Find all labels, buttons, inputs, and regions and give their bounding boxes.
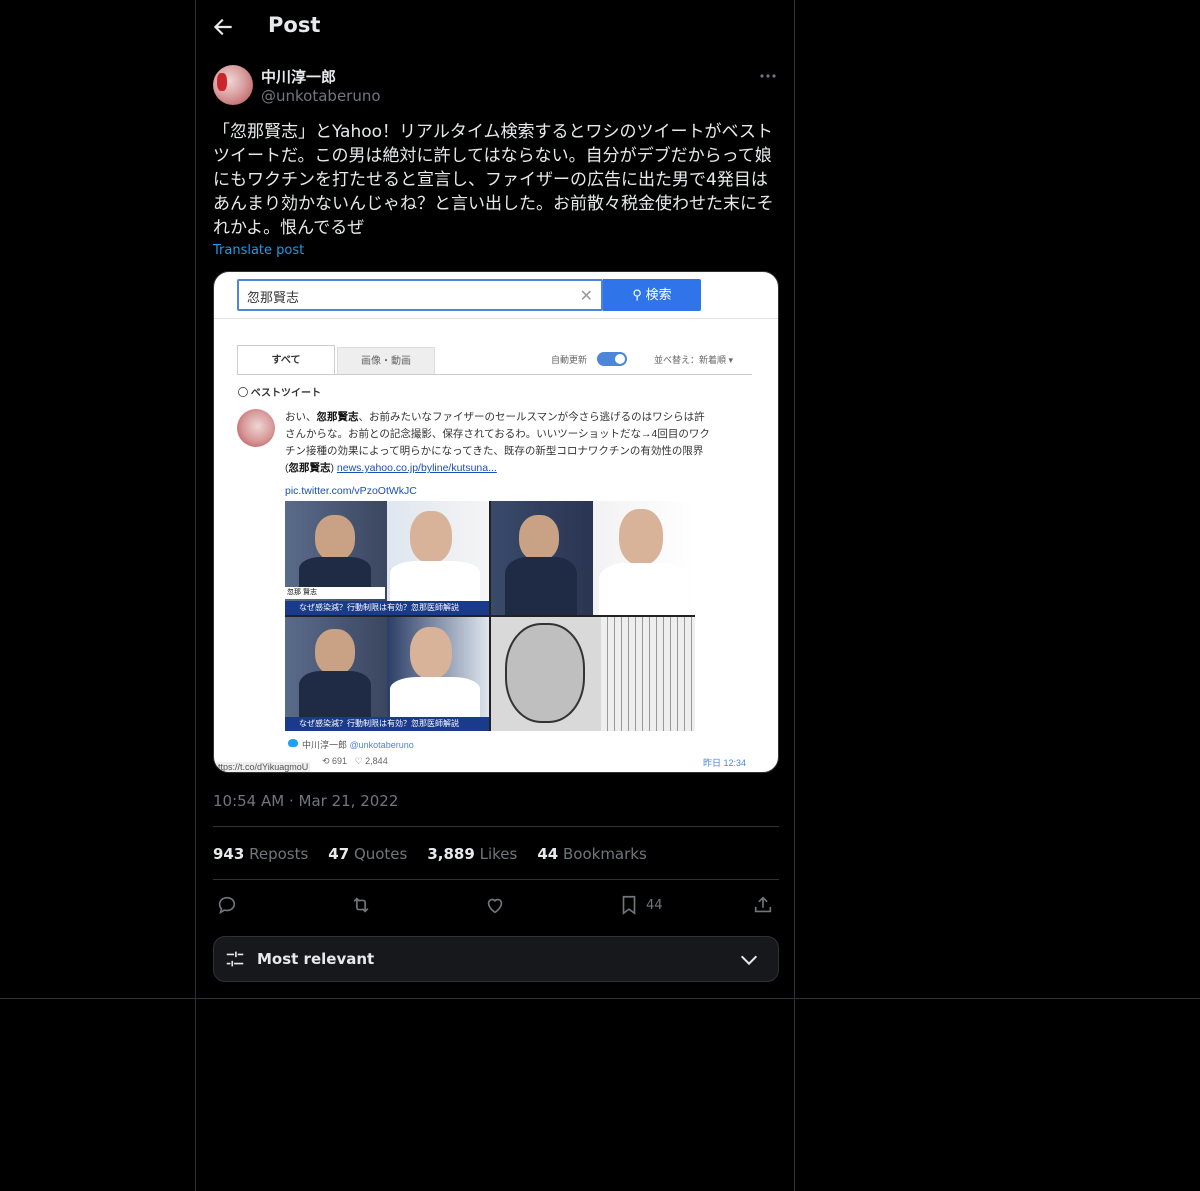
screenshot-photo-grid: 忽那 賢志 なぜ感染減？行動制限は有効？忽那医師解説 なぜ感染減？行動制限は有効… — [285, 501, 695, 731]
face-3b — [410, 627, 452, 679]
body-3a — [299, 671, 371, 717]
screenshot-likes: 2,844 — [365, 756, 388, 766]
replies-sort-label: Most relevant — [257, 950, 375, 968]
like-button[interactable] — [484, 892, 506, 918]
screenshot-footer-author: 中川淳一郎 — [302, 740, 348, 750]
reposts-label: Reposts — [249, 845, 309, 863]
body-2b — [599, 563, 689, 615]
quotes-label: Quotes — [353, 845, 408, 863]
reposts-stat[interactable]: 943 Reposts — [213, 845, 308, 863]
screenshot-tweet-link: news.yahoo.co.jp/byline/kutsuna... — [336, 462, 497, 474]
likes-count: 3,889 — [427, 845, 475, 863]
photo-1: 忽那 賢志 なぜ感染減？行動制限は有効？忽那医師解説 — [285, 501, 489, 615]
engagement-stats: 943 Reposts 47 Quotes 3,889 Likes 44 Boo… — [213, 845, 647, 863]
avatar[interactable] — [213, 65, 253, 105]
search-icon: ⚲ — [632, 287, 646, 302]
post-image[interactable]: 忽那賢志 ✕ ⚲ 検索 すべて 画像・動画 自動更新 並べ替え：新着順 ▾ ◯ … — [213, 271, 779, 773]
screenshot-avatar — [237, 409, 275, 447]
bookmarks-stat[interactable]: 44 Bookmarks — [537, 845, 646, 863]
screenshot-tweet-pre: おい、 — [285, 411, 317, 423]
caption-banner-2: なぜ感染減？行動制限は有効？忽那医師解説 — [285, 717, 489, 731]
author-name[interactable]: 中川淳一郎 — [261, 66, 336, 87]
screenshot-tab-images: 画像・動画 — [337, 347, 435, 375]
face-2a — [519, 515, 559, 561]
heart-small-icon: ♡ — [354, 756, 366, 766]
screenshot-toggle — [597, 352, 627, 366]
speech-bubble-icon: ◯ — [238, 388, 251, 399]
clear-icon: ✕ — [579, 288, 593, 305]
screenshot-search-button: ⚲ 検索 — [603, 279, 701, 311]
screenshot-divider — [214, 318, 778, 319]
caption-banner-1: なぜ感染減？行動制限は有効？忽那医師解説 — [285, 601, 489, 615]
twitter-bird-icon — [288, 739, 298, 747]
screenshot-search-text: 忽那賢志 — [247, 290, 300, 305]
likes-stat[interactable]: 3,889 Likes — [427, 845, 517, 863]
bookmarks-count: 44 — [537, 845, 559, 863]
photo-2 — [491, 501, 695, 615]
main-column: Post 中川淳一郎 @unkotaberuno 「忽那賢志」とYahoo！リア… — [195, 0, 795, 1191]
screenshot-footer-time: 昨日 12:34 — [703, 758, 747, 768]
likes-label: Likes — [479, 845, 518, 863]
share-icon — [754, 896, 772, 913]
quotes-stat[interactable]: 47 Quotes — [328, 845, 407, 863]
screenshot-retweets: 691 — [332, 756, 348, 766]
face-3a — [315, 629, 355, 675]
chevron-down-icon — [740, 955, 758, 966]
screenshot-tweet-text: おい、忽那賢志、お前みたいなファイザーのセールスマンが今さら逃げるのはワシらは許… — [285, 409, 715, 477]
screenshot-tab-all: すべて — [237, 345, 335, 375]
screenshot-tab-line — [237, 374, 752, 375]
body-2a — [505, 557, 577, 615]
manga-face — [505, 623, 585, 723]
photo-3: なぜ感染減？行動制限は有効？忽那医師解説 — [285, 617, 489, 731]
more-options-icon[interactable] — [758, 66, 778, 86]
body-3b — [390, 677, 480, 717]
header: Post — [196, 0, 794, 54]
page-title: Post — [268, 13, 321, 37]
photo-4-manga — [491, 617, 695, 731]
reposts-count: 943 — [213, 845, 245, 863]
quotes-count: 47 — [328, 845, 350, 863]
like-icon — [487, 898, 503, 914]
share-button[interactable] — [752, 892, 774, 918]
retweet-small-icon: ⟲ — [322, 756, 333, 766]
face-1a — [315, 515, 355, 561]
face-1b — [410, 511, 452, 563]
sliders-icon — [226, 951, 244, 967]
post-text: 「忽那賢志」とYahoo！リアルタイム検索するとワシのツイートがベストツイートだ… — [213, 122, 774, 238]
screenshot-search-button-label: 検索 — [645, 287, 672, 302]
bookmark-count: 44 — [646, 897, 663, 913]
body-1b — [390, 561, 480, 601]
screenshot-search-box: 忽那賢志 ✕ — [237, 279, 603, 311]
screenshot-pic-link: pic.twitter.com/vPzoOtWkJC — [285, 485, 417, 497]
bookmark-icon — [622, 895, 636, 915]
reply-icon — [218, 896, 236, 915]
repost-button[interactable] — [350, 892, 372, 918]
replies-sort-dropdown[interactable]: Most relevant — [213, 936, 779, 982]
section-divider — [0, 998, 1200, 999]
face-2b — [619, 509, 663, 565]
screenshot-auto-update: 自動更新 — [551, 355, 588, 365]
screenshot-tweet-bold2: 忽那賢志 — [288, 462, 331, 474]
post-timestamp[interactable]: 10:54 AM · Mar 21, 2022 — [213, 792, 398, 810]
translate-post-link[interactable]: Translate post — [213, 243, 304, 258]
caption-name-1: 忽那 賢志 — [285, 587, 385, 599]
manga-text — [601, 617, 695, 731]
screenshot-tweet-bold1: 忽那賢志 — [316, 411, 359, 423]
action-bar: 44 — [213, 890, 779, 920]
repost-icon — [353, 897, 369, 913]
reply-button[interactable] — [216, 892, 238, 918]
divider — [213, 826, 779, 827]
screenshot-footer-stats: ⟲ 691 ♡ 2,844 — [322, 756, 388, 767]
author-handle[interactable]: @unkotaberuno — [261, 87, 381, 105]
screenshot-footer-handle: @unkotaberuno — [349, 740, 414, 750]
bookmarks-label: Bookmarks — [562, 845, 647, 863]
screenshot-best-tweet-label: ベストツイート — [250, 388, 321, 399]
back-arrow-icon[interactable] — [210, 14, 236, 40]
screenshot-best-tweet: ◯ ベストツイート — [238, 384, 321, 399]
screenshot-footer-name: 中川淳一郎 @unkotaberuno — [302, 738, 414, 751]
screenshot-url-overlay: ttps://t.co/dYikuagmoU — [216, 762, 311, 772]
screenshot-sort: 並べ替え：新着順 ▾ — [654, 355, 734, 365]
bookmark-button[interactable]: 44 — [618, 892, 663, 918]
divider — [213, 879, 779, 880]
